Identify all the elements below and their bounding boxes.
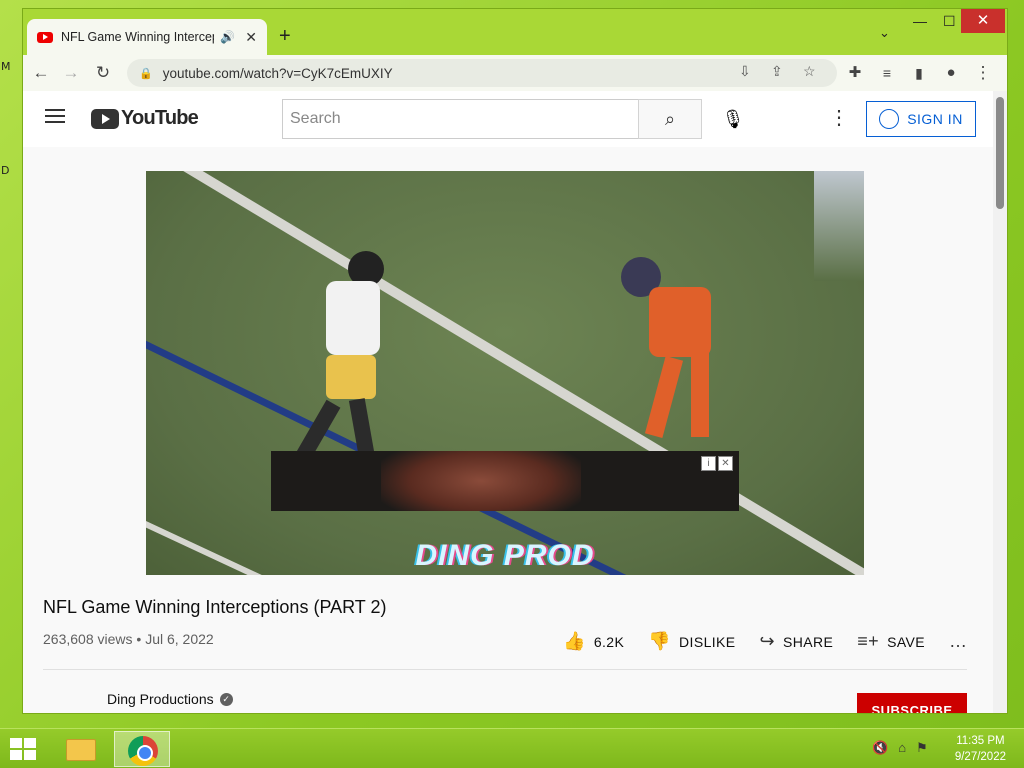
like-count: 6.2K xyxy=(593,633,625,650)
save-button[interactable]: ≡+ SAVE xyxy=(857,631,925,652)
channel-name[interactable]: Ding Productions xyxy=(107,691,214,707)
player-orange-jersey xyxy=(621,257,731,457)
user-icon xyxy=(879,109,900,129)
media-controls-icon[interactable]: ≡ xyxy=(875,61,899,85)
action-center-flag-icon[interactable]: ⚑ xyxy=(916,740,928,756)
microphone-icon[interactable]: 🎙 xyxy=(717,103,749,135)
ad-info-icon[interactable]: i xyxy=(701,456,716,471)
chrome-icon xyxy=(128,736,158,766)
thumbs-up-icon: 👍 xyxy=(563,631,586,651)
folder-icon xyxy=(66,739,96,761)
tab-close-icon[interactable]: ✕ xyxy=(245,29,257,46)
taskbar-chrome[interactable] xyxy=(114,731,170,767)
desktop-icon-label[interactable]: D xyxy=(1,164,9,177)
browser-toolbar: ← → ↻ 🔒 youtube.com/watch?v=CyK7cEmUXIY … xyxy=(23,55,1007,91)
more-horizontal-icon: … xyxy=(949,631,968,651)
channel-info[interactable]: Ding Productions ✓ xyxy=(107,691,233,707)
video-meta: 263,608 views • Jul 6, 2022 xyxy=(43,631,214,647)
dislike-label: DISLIKE xyxy=(679,633,736,650)
video-watermark: DING PROD xyxy=(415,539,595,572)
thumbs-down-icon: 👎 xyxy=(648,631,672,651)
lock-icon[interactable]: 🔒 xyxy=(139,67,153,80)
taskbar-file-explorer[interactable] xyxy=(52,731,108,767)
clock-date: 9/27/2022 xyxy=(954,751,1006,763)
address-url[interactable]: youtube.com/watch?v=CyK7cEmUXIY xyxy=(163,66,393,81)
minimize-button[interactable]: — xyxy=(913,13,927,29)
system-tray: 🔇 ⌂ ⚑ xyxy=(872,740,928,756)
scrollbar-thumb[interactable] xyxy=(996,97,1004,209)
bookmark-star-icon[interactable]: ☆ xyxy=(803,63,816,80)
search-button[interactable]: ⌕ xyxy=(638,99,702,139)
save-label: SAVE xyxy=(887,633,925,650)
sign-in-button[interactable]: SIGN IN xyxy=(866,101,976,137)
view-count: 263,608 views xyxy=(43,631,133,647)
playlist-add-icon: ≡+ xyxy=(857,631,880,651)
share-label: SHARE xyxy=(783,633,834,650)
page-viewport: YouTube Search ⌕ 🎙 ⋮ SIGN IN i ✕ DING PR… xyxy=(23,91,1007,713)
youtube-logo-icon xyxy=(91,108,119,129)
back-button[interactable]: ← xyxy=(29,61,53,85)
video-title: NFL Game Winning Interceptions (PART 2) xyxy=(43,597,387,617)
close-window-button[interactable]: ✕ xyxy=(961,9,1005,33)
like-button[interactable]: 👍 6.2K xyxy=(563,631,624,652)
install-app-icon[interactable]: ⇩ xyxy=(739,63,751,80)
youtube-header: YouTube Search ⌕ 🎙 ⋮ SIGN IN xyxy=(23,91,993,147)
share-icon: ↪ xyxy=(759,631,776,651)
start-button[interactable] xyxy=(10,738,38,762)
youtube-favicon-icon xyxy=(37,31,53,43)
ad-close-icon[interactable]: ✕ xyxy=(718,456,733,471)
meta-separator: • xyxy=(136,631,146,647)
taskbar-clock[interactable]: 11:35 PM 9/27/2022 xyxy=(955,733,1006,765)
reload-button[interactable]: ↻ xyxy=(91,61,115,85)
maximize-button[interactable]: ☐ xyxy=(943,13,956,30)
subscribe-button[interactable]: SUBSCRIBE xyxy=(857,693,967,713)
youtube-logo[interactable]: YouTube xyxy=(91,107,199,130)
speaker-icon[interactable]: 🔊 xyxy=(220,30,235,44)
verified-check-icon: ✓ xyxy=(219,692,233,706)
dislike-button[interactable]: 👎 DISLIKE xyxy=(648,631,735,652)
upload-date: Jul 6, 2022 xyxy=(145,631,214,647)
video-actions: 👍 6.2K 👎 DISLIKE ↪ SHARE ≡+ SAVE … xyxy=(563,631,991,652)
page-scrollbar[interactable] xyxy=(993,91,1007,713)
extensions-icon[interactable]: ✚ xyxy=(843,61,867,85)
desktop-icon-label[interactable]: M xyxy=(1,60,11,73)
new-tab-button[interactable]: + xyxy=(279,25,291,48)
divider xyxy=(43,669,967,670)
clock-time: 11:35 PM xyxy=(956,735,1005,747)
menu-icon[interactable] xyxy=(45,109,65,123)
share-page-icon[interactable]: ⇪ xyxy=(771,63,783,80)
volume-muted-icon[interactable]: 🔇 xyxy=(872,740,888,756)
search-input[interactable]: Search xyxy=(282,99,640,139)
youtube-logo-text: YouTube xyxy=(121,107,199,129)
address-bar[interactable]: 🔒 youtube.com/watch?v=CyK7cEmUXIY ⇩ ⇪ ☆ xyxy=(127,59,837,87)
chrome-menu-icon[interactable]: ⋮ xyxy=(971,61,995,85)
settings-more-icon[interactable]: ⋮ xyxy=(829,105,849,130)
taskbar: 🔇 ⌂ ⚑ 11:35 PM 9/27/2022 xyxy=(0,728,1024,768)
tab-search-button[interactable]: ⌄ xyxy=(879,25,890,41)
more-actions-button[interactable]: … xyxy=(949,631,967,652)
tab-youtube[interactable]: NFL Game Winning Intercep 🔊 ✕ xyxy=(27,19,267,55)
video-player[interactable]: i ✕ DING PROD xyxy=(146,171,864,575)
sign-in-label: SIGN IN xyxy=(907,111,963,127)
sideline-graphic xyxy=(814,171,864,281)
share-button[interactable]: ↪ SHARE xyxy=(760,631,834,652)
forward-button[interactable]: → xyxy=(59,61,83,85)
side-panel-icon[interactable]: ▮ xyxy=(907,61,931,85)
browser-window: NFL Game Winning Intercep 🔊 ✕ + ⌄ — ☐ ✕ … xyxy=(22,8,1008,714)
video-overlay-ad[interactable]: i ✕ xyxy=(271,451,739,511)
tab-strip: NFL Game Winning Intercep 🔊 ✕ + ⌄ — ☐ ✕ xyxy=(23,9,1007,55)
ad-image xyxy=(381,451,581,511)
search-icon: ⌕ xyxy=(664,109,676,129)
profile-avatar-icon[interactable]: ● xyxy=(939,61,963,85)
tab-title: NFL Game Winning Intercep xyxy=(60,30,215,44)
network-icon[interactable]: ⌂ xyxy=(898,740,906,756)
